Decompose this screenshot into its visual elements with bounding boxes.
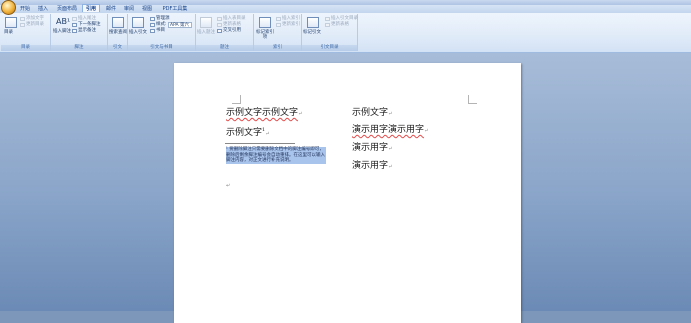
footnote-text[interactable]: ¹ 要删除脚注只需要删除文档中的脚注编号即可，删除后剩余脚注编号会自动重排。在这… [226,147,326,164]
document-page[interactable]: 示例文字示例文字↵ 示例文字1↵ ¹ 要删除脚注只需要删除文档中的脚注编号即可，… [174,63,521,323]
office-button[interactable] [1,0,16,15]
body-line-right-1: 示例文字↵ [352,108,392,120]
insert-caption-icon [200,17,212,28]
insert-index-icon [276,17,281,21]
tab-mailings[interactable]: 邮件 [104,5,118,13]
cross-reference-button[interactable]: 交叉引用 [223,28,241,33]
tab-review[interactable]: 审阅 [122,5,136,13]
group-toc: 目录 添加文字 更新目录 目录 [1,14,51,51]
body-text: 示例文字 [226,128,263,138]
insert-index-button[interactable]: 插入索引 [282,16,300,21]
mark-entry-button[interactable]: 标记索引项 [256,30,274,40]
insert-table-of-figures-button[interactable]: 插入表目录 [223,16,246,21]
tab-home[interactable]: 开始 [18,5,32,13]
update-toa-icon [325,23,330,27]
group-research: 搜索查阅 引文 [108,14,128,51]
next-footnote-button[interactable]: 下一条脚注 [78,22,101,27]
update-toa-button[interactable]: 更新表格 [331,22,349,27]
update-toc-button[interactable]: 更新目录 [26,22,44,27]
tab-references[interactable]: 引用 [82,4,100,12]
insert-toa-button[interactable]: 插入引文目录 [331,16,358,21]
margin-corner-top-right [468,95,477,104]
group-label-citations: 引文与书目 [128,45,195,51]
paragraph-mark: ↵ [226,183,231,189]
tab-view[interactable]: 视图 [140,5,154,13]
insert-endnote-button[interactable]: 插入尾注 [78,16,96,21]
paragraph-mark: ↵ [388,146,393,152]
group-label-toc: 目录 [1,45,50,51]
search-lookup-button[interactable]: 搜索查阅 [109,30,127,35]
cross-reference-icon [217,29,222,33]
group-index: 标记索引项 插入索引 更新索引 索引 [254,14,302,51]
toc-icon [5,17,17,28]
body-text: 演示用字 [352,161,389,171]
group-label-footnotes: 脚注 [51,45,107,51]
tab-pdf-tools[interactable]: PDF工具集 [160,5,190,13]
tab-insert[interactable]: 插入 [36,5,50,13]
bibliography-button[interactable]: 书目 [156,28,165,33]
next-footnote-icon [72,23,77,27]
style-dropdown[interactable]: APA 第六 [168,22,192,28]
footnote-separator [225,143,295,144]
mark-citation-button[interactable]: 标记引文 [303,30,321,35]
style-label: 样式: [156,22,167,27]
body-line-right-3: 演示用字↵ [352,143,392,155]
paragraph-mark: ↵ [298,111,303,117]
update-table-button[interactable]: 更新表格 [223,22,241,27]
mark-entry-icon [259,17,271,28]
body-text: 演示用字 [352,143,389,153]
body-line-left-1: 示例文字示例文字↵ [226,108,302,120]
update-index-button[interactable]: 更新索引 [282,22,300,27]
body-line-right-4: 演示用字↵ [352,161,392,173]
ribbon-tab-bar: 开始 插入 页面布局 引用 邮件 审阅 视图 PDF工具集 [0,4,691,13]
add-text-button[interactable]: 添加文字 [26,16,44,21]
update-toc-icon [20,23,25,27]
group-footnotes: AB¹ 插入脚注 插入尾注 下一条脚注 显示备注 脚注 [51,14,108,51]
body-line-right-2: 演示用字演示用字↵ [352,125,428,137]
group-label-toa: 引文目录 [302,45,357,51]
paragraph-mark: ↵ [388,111,393,117]
group-captions: 插入题注 插入表目录 更新表格 交叉引用 题注 [196,14,254,51]
body-text: 示例文字示例文字 [226,108,299,118]
toc-button[interactable]: 目录 [4,30,13,35]
tab-page-layout[interactable]: 页面布局 [56,5,78,13]
group-label-captions: 题注 [196,45,253,51]
show-notes-button[interactable]: 显示备注 [78,28,96,33]
body-text: 示例文字 [352,108,389,118]
ribbon: 目录 添加文字 更新目录 目录 AB¹ 插入脚注 插入尾注 下一条脚注 显示备注… [0,13,691,53]
group-table-of-authorities: 标记引文 插入引文目录 更新表格 引文目录 [302,14,358,51]
insert-citation-button[interactable]: 插入引文 [129,30,147,35]
insert-caption-button[interactable]: 插入题注 [197,30,215,35]
body-text: 演示用字演示用字 [352,125,425,135]
add-text-icon [20,17,25,21]
group-citations: 插入引文 管理源 样式: APA 第六 书目 引文与书目 [128,14,196,51]
show-notes-icon [72,29,77,33]
group-label-index: 索引 [254,45,301,51]
margin-corner-top-left [232,95,241,104]
table-of-figures-icon [217,17,222,21]
paragraph-mark: ↵ [388,164,393,170]
search-lookup-icon [112,17,124,28]
bibliography-icon [150,29,155,33]
mark-citation-icon [307,17,319,28]
update-table-icon [217,23,222,27]
insert-citation-icon [132,17,144,28]
paragraph-mark: ↵ [265,131,270,137]
insert-endnote-icon [72,17,77,21]
style-icon [150,23,155,27]
paragraph-mark: ↵ [424,128,429,134]
footnote-ab-icon: AB¹ [56,17,71,26]
manage-sources-icon [150,17,155,21]
group-label-research: 引文 [108,45,127,51]
insert-footnote-button[interactable]: 插入脚注 [53,29,71,34]
body-line-left-2: 示例文字1↵ [226,125,269,140]
insert-toa-icon [325,17,330,21]
manage-sources-button[interactable]: 管理源 [156,16,170,21]
update-index-icon [276,23,281,27]
